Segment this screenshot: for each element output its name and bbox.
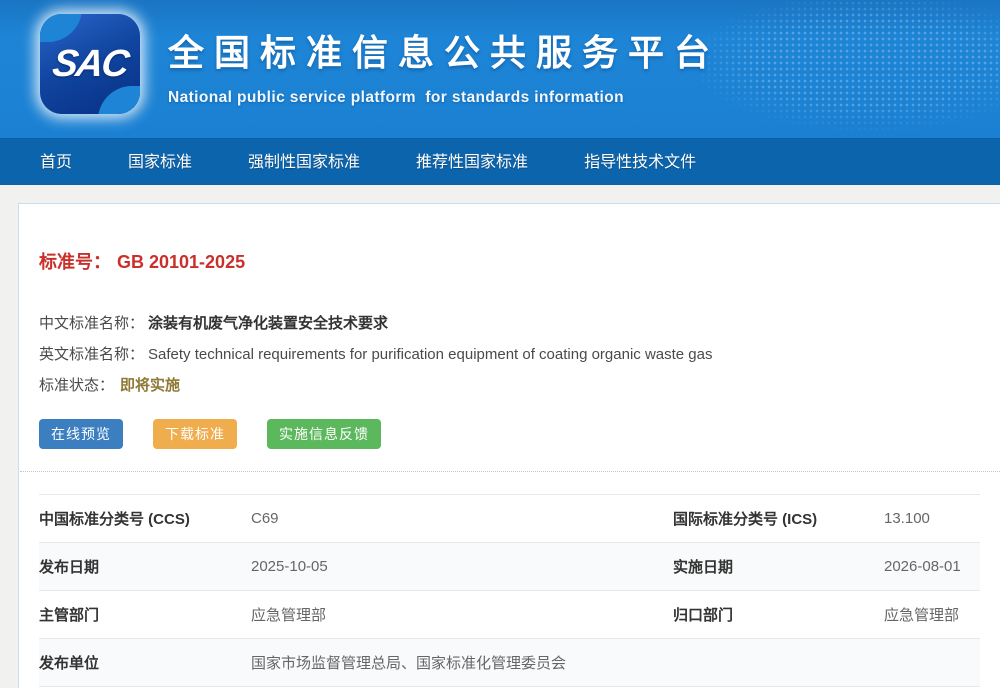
standard-number-label: 标准号： — [39, 252, 111, 272]
sac-logo[interactable]: SAC — [40, 14, 140, 114]
main-nav: 首页 国家标准 强制性国家标准 推荐性国家标准 指导性技术文件 — [0, 138, 1000, 185]
field-value-publisher: 国家市场监督管理总局、国家标准化管理委员会 — [251, 652, 673, 673]
site-title-block: 全国标准信息公共服务平台 National public service pla… — [168, 24, 720, 107]
table-row: 主管部门 应急管理部 归口部门 应急管理部 — [39, 591, 980, 639]
standard-meta-table: 中国标准分类号 (CCS) C69 国际标准分类号 (ICS) 13.100 发… — [39, 494, 980, 687]
nav-item-home[interactable]: 首页 — [12, 139, 100, 186]
field-label-competent-dept: 主管部门 — [39, 604, 251, 625]
download-standard-button[interactable]: 下载标准 — [153, 419, 237, 449]
dotted-divider — [20, 471, 1000, 472]
table-row: 发布日期 2025-10-05 实施日期 2026-08-01 — [39, 543, 980, 591]
en-name-value: Safety technical requirements for purifi… — [148, 346, 712, 363]
action-button-row: 在线预览 下载标准 实施信息反馈 — [39, 419, 980, 449]
cn-name-label: 中文标准名称： — [39, 315, 144, 332]
en-name-line: 英文标准名称：Safety technical requirements for… — [39, 339, 980, 370]
site-subtitle: National public service platform for sta… — [168, 89, 720, 107]
field-label-ccs: 中国标准分类号 (CCS) — [39, 508, 251, 529]
field-label-implement-date: 实施日期 — [673, 556, 884, 577]
status-line: 标准状态： 即将实施 — [39, 370, 980, 401]
table-row: 中国标准分类号 (CCS) C69 国际标准分类号 (ICS) 13.100 — [39, 495, 980, 543]
online-preview-button[interactable]: 在线预览 — [39, 419, 123, 449]
field-value-implement-date: 2026-08-01 — [884, 558, 980, 575]
status-label: 标准状态： — [39, 377, 114, 394]
nav-item-recommended-national-standards[interactable]: 推荐性国家标准 — [388, 139, 556, 186]
sac-logo-text: SAC — [40, 14, 140, 114]
field-value-publish-date: 2025-10-05 — [251, 558, 673, 575]
content-panel: 标准号： GB 20101-2025 中文标准名称：涂装有机废气净化装置安全技术要… — [18, 203, 1000, 688]
field-value-centralized-dept: 应急管理部 — [884, 604, 980, 625]
nav-item-national-standards[interactable]: 国家标准 — [100, 139, 220, 186]
nav-item-guiding-technical-documents[interactable]: 指导性技术文件 — [556, 139, 724, 186]
implementation-feedback-button[interactable]: 实施信息反馈 — [267, 419, 381, 449]
site-header: SAC 全国标准信息公共服务平台 National public service… — [0, 0, 1000, 138]
cn-name-line: 中文标准名称：涂装有机废气净化装置安全技术要求 — [39, 308, 980, 339]
field-value-competent-dept: 应急管理部 — [251, 604, 673, 625]
table-row: 发布单位 国家市场监督管理总局、国家标准化管理委员会 — [39, 639, 980, 687]
field-value-ics: 13.100 — [884, 510, 980, 527]
status-badge: 即将实施 — [120, 377, 180, 394]
field-label-publish-date: 发布日期 — [39, 556, 251, 577]
standard-number-value: GB 20101-2025 — [117, 252, 245, 272]
standard-number-line: 标准号： GB 20101-2025 — [39, 248, 980, 274]
nav-item-mandatory-national-standards[interactable]: 强制性国家标准 — [220, 139, 388, 186]
field-value-ccs: C69 — [251, 510, 673, 527]
standard-info-block: 中文标准名称：涂装有机废气净化装置安全技术要求 英文标准名称：Safety te… — [39, 308, 980, 401]
cn-name-value: 涂装有机废气净化装置安全技术要求 — [148, 315, 388, 332]
world-map-decoration — [700, 0, 1000, 138]
site-title: 全国标准信息公共服务平台 — [168, 24, 720, 76]
field-label-centralized-dept: 归口部门 — [673, 604, 884, 625]
en-name-label: 英文标准名称： — [39, 346, 144, 363]
field-label-publisher: 发布单位 — [39, 652, 251, 673]
field-label-ics: 国际标准分类号 (ICS) — [673, 508, 884, 529]
